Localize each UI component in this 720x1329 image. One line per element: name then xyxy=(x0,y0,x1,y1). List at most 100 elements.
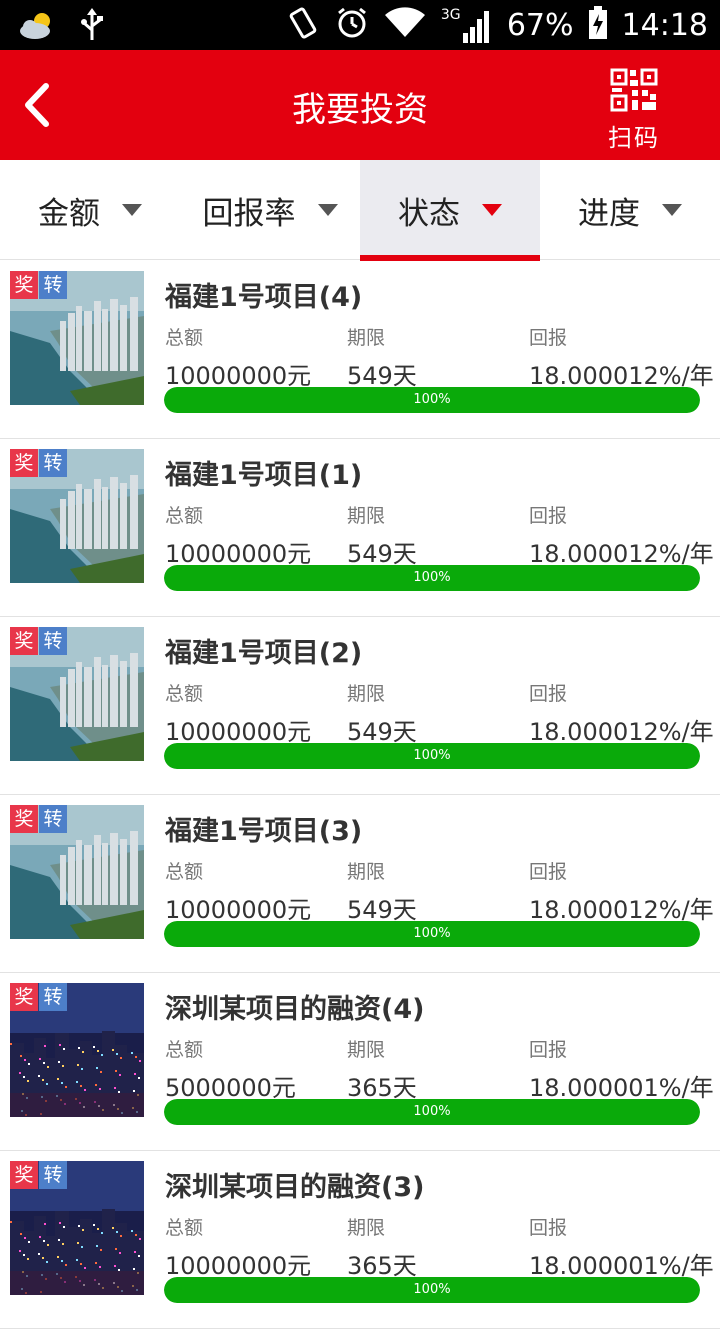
status-bar: 3G 67% 14:18 xyxy=(0,0,720,50)
tab-status[interactable]: 状态 xyxy=(360,160,540,261)
transfer-badge: 转 xyxy=(39,627,67,655)
return-column: 回报 18.000001%/年 xyxy=(529,1213,714,1281)
term-value: 365天 xyxy=(347,1074,417,1102)
term-label: 期限 xyxy=(347,1217,386,1239)
transfer-badge: 转 xyxy=(39,1161,67,1189)
project-list-item[interactable]: 奖 转 深圳某项目的融资(3) 总额 10000000元 期限 365天 回报 … xyxy=(0,1151,720,1329)
total-label: 总额 xyxy=(165,861,204,883)
project-list-item[interactable]: 奖 转 福建1号项目(4) 总额 10000000元 期限 549天 回报 18… xyxy=(0,261,720,439)
tab-progress[interactable]: 进度 xyxy=(540,160,720,260)
battery-charging-icon xyxy=(588,6,608,44)
project-title: 福建1号项目(4) xyxy=(165,282,363,313)
term-column: 期限 549天 xyxy=(347,323,417,391)
project-title: 深圳某项目的融资(4) xyxy=(165,994,425,1025)
progress-text: 100% xyxy=(413,1104,451,1119)
return-column: 回报 18.000012%/年 xyxy=(529,323,714,391)
term-label: 期限 xyxy=(347,327,386,349)
return-value: 18.000001%/年 xyxy=(529,1074,714,1102)
project-list-item[interactable]: 奖 转 福建1号项目(3) 总额 10000000元 期限 549天 回报 18… xyxy=(0,795,720,973)
term-column: 期限 549天 xyxy=(347,857,417,925)
progress-bar: 100% xyxy=(164,743,700,769)
term-column: 期限 549天 xyxy=(347,679,417,747)
return-column: 回报 18.000012%/年 xyxy=(529,501,714,569)
tab-amount[interactable]: 金额 xyxy=(0,160,180,260)
total-amount-column: 总额 10000000元 xyxy=(165,323,311,391)
clock: 14:18 xyxy=(621,7,708,43)
project-title: 深圳某项目的融资(3) xyxy=(165,1172,425,1203)
progress-bar: 100% xyxy=(164,1277,700,1303)
progress-text: 100% xyxy=(413,570,451,585)
usb-icon xyxy=(80,8,104,46)
transfer-badge: 转 xyxy=(39,983,67,1011)
transfer-badge: 转 xyxy=(39,449,67,477)
project-title: 福建1号项目(3) xyxy=(165,816,363,847)
tab-label: 金额 xyxy=(38,195,100,232)
return-label: 回报 xyxy=(529,505,568,527)
project-title: 福建1号项目(1) xyxy=(165,460,363,491)
total-value: 10000000元 xyxy=(165,718,312,746)
project-thumbnail: 奖 转 xyxy=(10,271,144,405)
reward-badge: 奖 xyxy=(10,627,38,655)
rotate-icon xyxy=(287,6,321,44)
total-amount-column: 总额 10000000元 xyxy=(165,679,311,747)
project-list-item[interactable]: 奖 转 深圳某项目的融资(4) 总额 5000000元 期限 365天 回报 1… xyxy=(0,973,720,1151)
progress-text: 100% xyxy=(413,748,451,763)
total-label: 总额 xyxy=(165,1039,204,1061)
return-value: 18.000001%/年 xyxy=(529,1252,714,1280)
return-label: 回报 xyxy=(529,861,568,883)
signal-icon: 3G xyxy=(441,5,493,45)
reward-badge: 奖 xyxy=(10,983,38,1011)
return-column: 回报 18.000001%/年 xyxy=(529,1035,714,1103)
project-list: 奖 转 福建1号项目(4) 总额 10000000元 期限 549天 回报 18… xyxy=(0,261,720,1329)
return-value: 18.000012%/年 xyxy=(529,362,714,390)
progress-bar: 100% xyxy=(164,565,700,591)
filter-tabs: 金额 回报率 状态 进度 xyxy=(0,160,720,261)
total-value: 10000000元 xyxy=(165,896,312,924)
total-label: 总额 xyxy=(165,1217,204,1239)
caret-down-icon xyxy=(482,204,502,216)
return-value: 18.000012%/年 xyxy=(529,540,714,568)
progress-text: 100% xyxy=(413,926,451,941)
tab-label: 进度 xyxy=(578,195,640,232)
return-label: 回报 xyxy=(529,1217,568,1239)
total-label: 总额 xyxy=(165,505,204,527)
term-column: 期限 549天 xyxy=(347,501,417,569)
reward-badge: 奖 xyxy=(10,449,38,477)
caret-down-icon xyxy=(662,204,682,216)
project-thumbnail: 奖 转 xyxy=(10,449,144,583)
term-value: 549天 xyxy=(347,362,417,390)
tab-return-rate[interactable]: 回报率 xyxy=(180,160,360,260)
return-value: 18.000012%/年 xyxy=(529,896,714,924)
progress-bar: 100% xyxy=(164,921,700,947)
total-amount-column: 总额 10000000元 xyxy=(165,857,311,925)
term-label: 期限 xyxy=(347,505,386,527)
return-label: 回报 xyxy=(529,327,568,349)
wifi-icon xyxy=(383,7,427,43)
project-thumbnail: 奖 转 xyxy=(10,983,144,1117)
tab-label: 状态 xyxy=(398,195,460,232)
project-thumbnail: 奖 转 xyxy=(10,805,144,939)
return-value: 18.000012%/年 xyxy=(529,718,714,746)
project-list-item[interactable]: 奖 转 福建1号项目(1) 总额 10000000元 期限 549天 回报 18… xyxy=(0,439,720,617)
term-label: 期限 xyxy=(347,861,386,883)
term-label: 期限 xyxy=(347,1039,386,1061)
alarm-icon xyxy=(335,6,369,44)
progress-text: 100% xyxy=(413,1282,451,1297)
progress-text: 100% xyxy=(413,392,451,407)
scan-button[interactable]: 扫码 xyxy=(604,68,664,152)
transfer-badge: 转 xyxy=(39,271,67,299)
term-value: 549天 xyxy=(347,540,417,568)
term-column: 期限 365天 xyxy=(347,1035,417,1103)
project-title: 福建1号项目(2) xyxy=(165,638,363,669)
scan-label: 扫码 xyxy=(608,124,660,152)
caret-down-icon xyxy=(122,204,142,216)
app-header: 我要投资 扫码 xyxy=(0,50,720,160)
total-amount-column: 总额 10000000元 xyxy=(165,1213,311,1281)
battery-percent: 67% xyxy=(506,7,574,43)
qr-code-icon xyxy=(610,68,658,112)
project-list-item[interactable]: 奖 转 福建1号项目(2) 总额 10000000元 期限 549天 回报 18… xyxy=(0,617,720,795)
term-label: 期限 xyxy=(347,683,386,705)
total-label: 总额 xyxy=(165,327,204,349)
total-amount-column: 总额 10000000元 xyxy=(165,501,311,569)
term-value: 365天 xyxy=(347,1252,417,1280)
